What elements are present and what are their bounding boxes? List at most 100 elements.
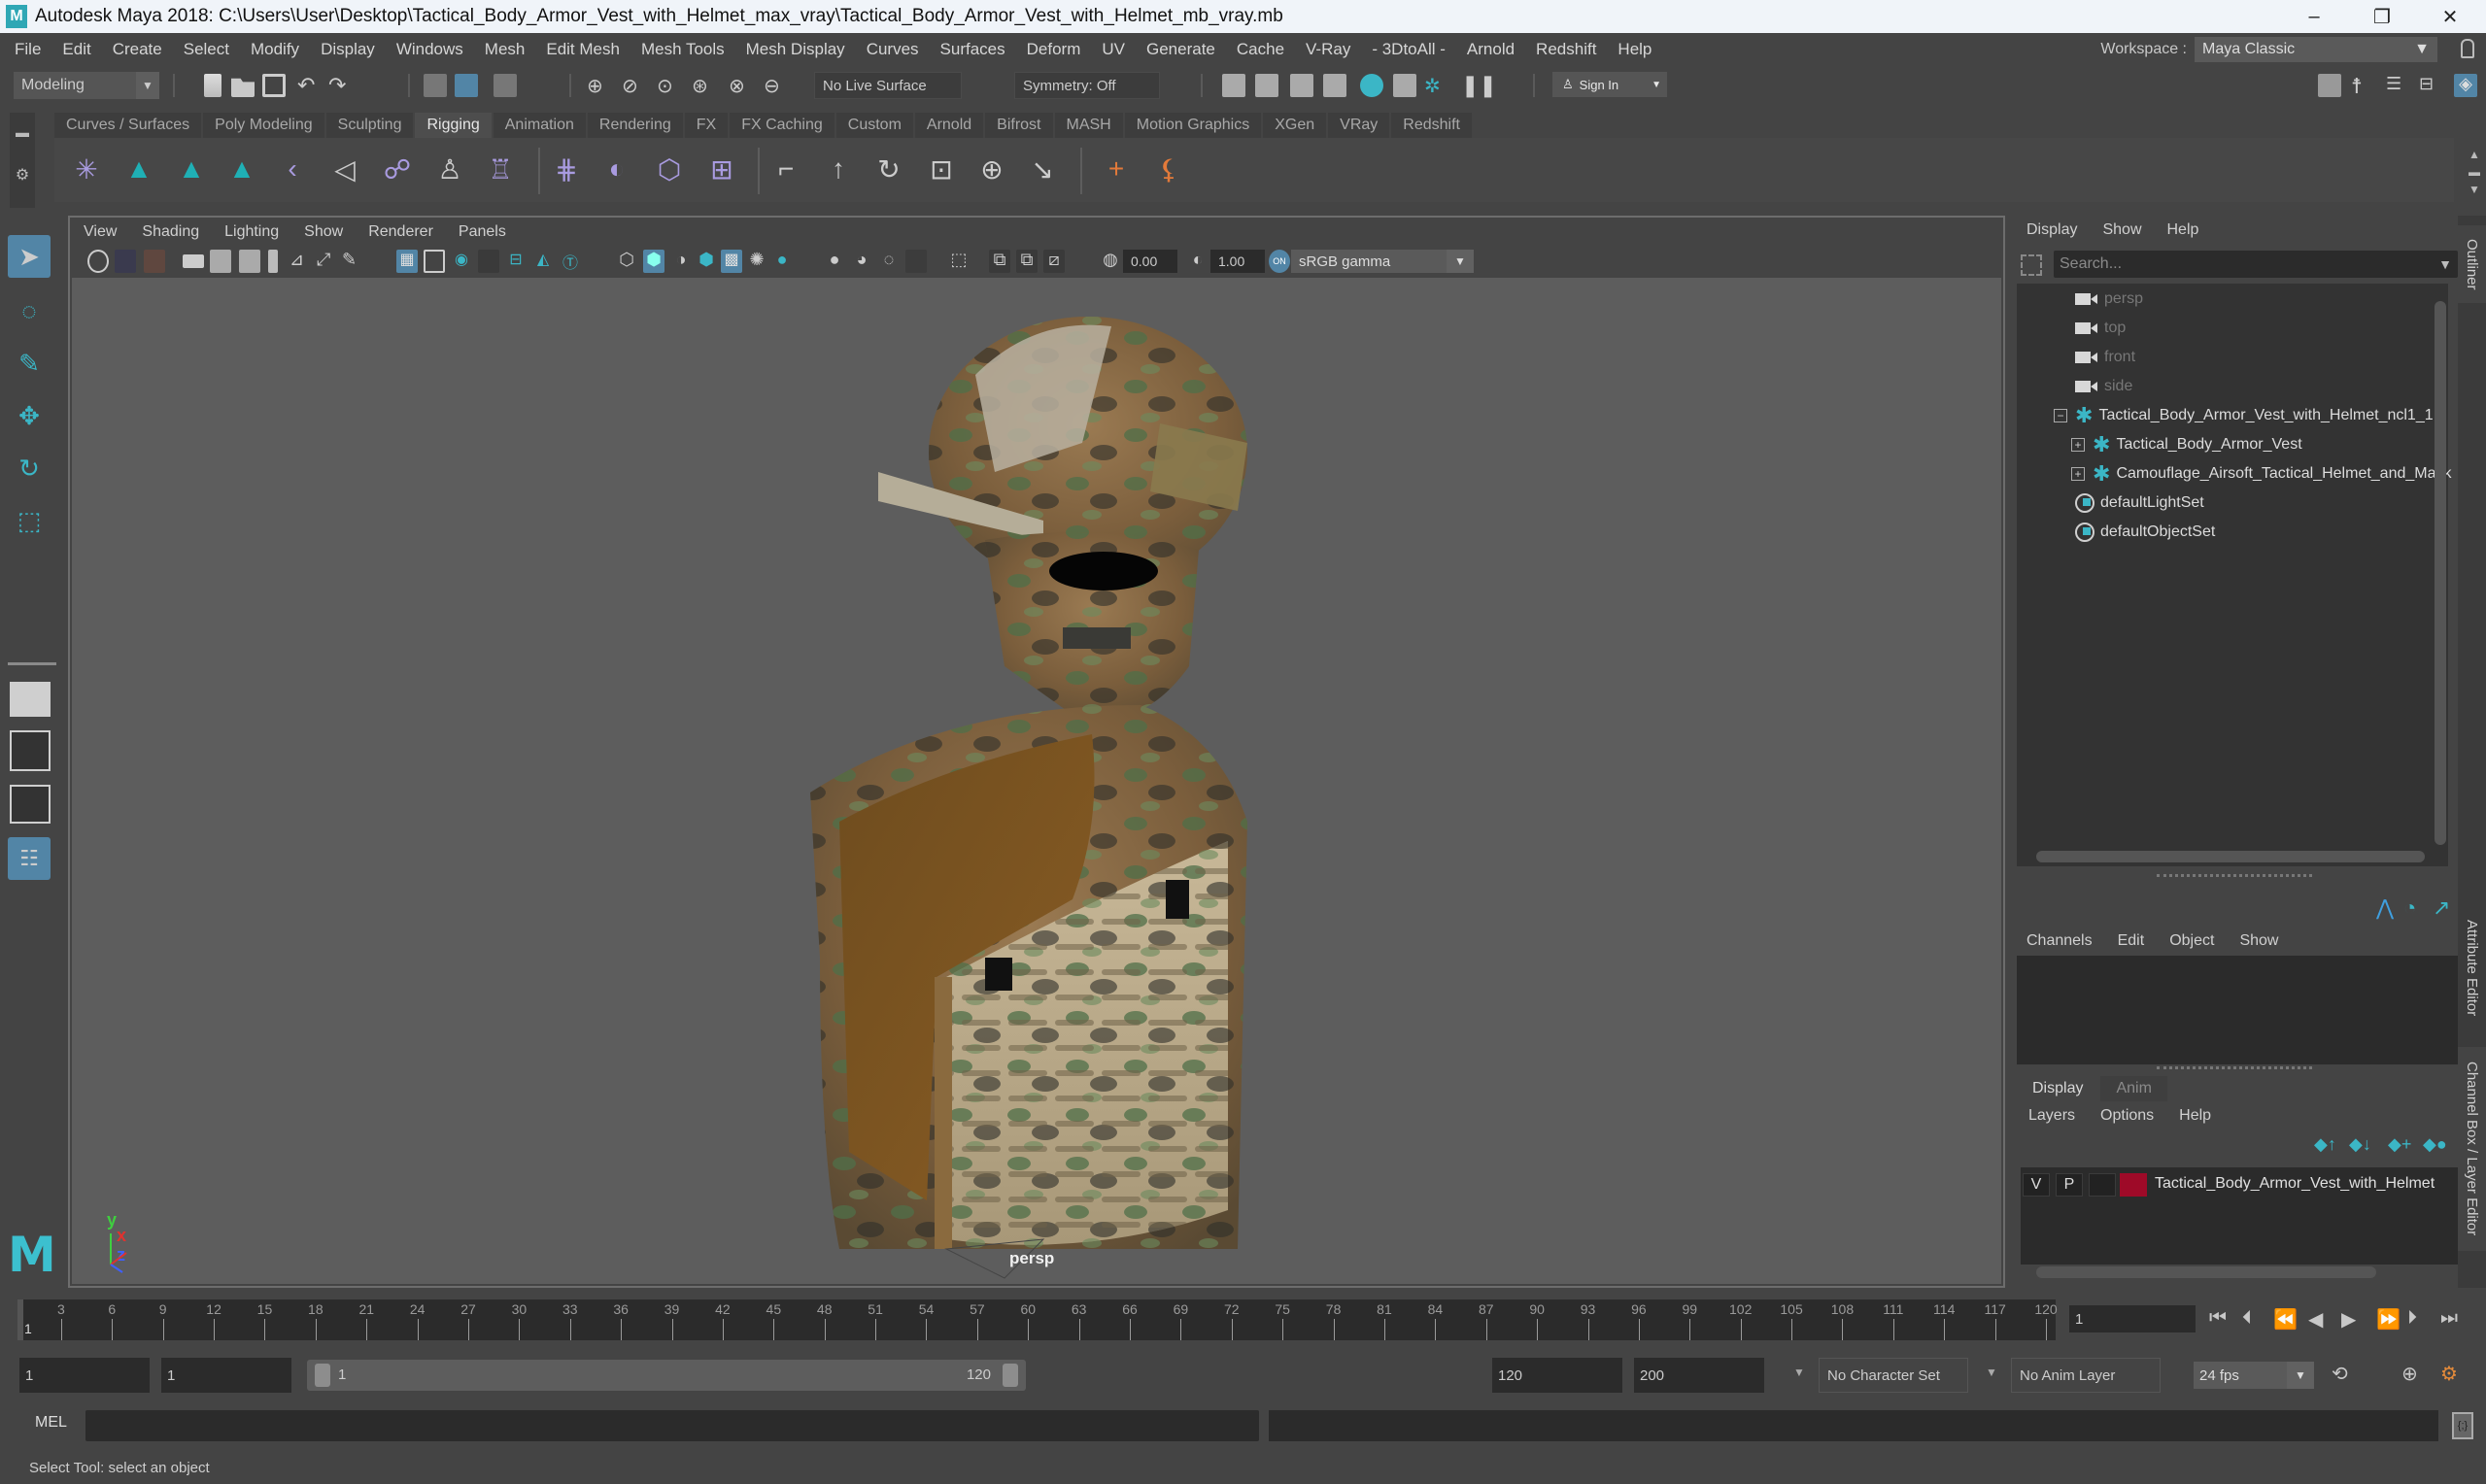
color-management-toggle-icon[interactable]: ON [1269, 250, 1290, 273]
outliner-item-side[interactable]: side [2075, 373, 2132, 400]
shelf-menu-icon[interactable]: ▬ [10, 124, 35, 140]
panel-menu-view[interactable]: View [84, 223, 117, 241]
step-back-frame-icon[interactable]: ⏴ [2242, 1307, 2252, 1330]
menu-deform[interactable]: Deform [1016, 40, 1092, 59]
ipr-render-icon[interactable] [1290, 74, 1313, 97]
new-scene-icon[interactable] [204, 74, 221, 97]
outliner-item-default-object-set[interactable]: defaultObjectSet [2075, 519, 2215, 546]
live-surface-field[interactable]: No Live Surface [814, 72, 962, 99]
use-all-lights-icon[interactable]: ▩ [721, 250, 742, 273]
move-layer-up-icon[interactable]: ◆↑ [2314, 1134, 2336, 1155]
outliner-item-helmet[interactable]: + ✱ Camouflage_Airsoft_Tactical_Helmet_a… [2071, 460, 2452, 488]
create-joints-icon[interactable]: ✳ [70, 152, 103, 186]
shelf-tab-rigging[interactable]: Rigging [415, 113, 492, 138]
modeling-toolkit-icon[interactable] [2318, 74, 2341, 97]
save-scene-icon[interactable] [262, 74, 286, 97]
render-setup-icon[interactable]: ✲ [1424, 74, 1447, 97]
menu-display[interactable]: Display [310, 40, 386, 59]
shelf-tab-redshift[interactable]: Redshift [1391, 113, 1472, 138]
perspective-viewport[interactable]: y x z persp [72, 278, 2001, 1284]
playback-start-field[interactable]: 1 [161, 1358, 291, 1393]
shelf-tab-fx[interactable]: FX [684, 113, 729, 138]
view-transform-dropdown[interactable]: sRGB gamma ▼ [1291, 250, 1474, 273]
outliner-vertical-scrollbar[interactable] [2435, 301, 2446, 845]
menu-help[interactable]: Help [1607, 40, 1662, 59]
snap-to-curve-icon[interactable]: ⊘ [622, 74, 645, 97]
bookmark-icon[interactable] [144, 250, 165, 273]
outliner-item-group[interactable]: − ✱ Tactical_Body_Armor_Vest_with_Helmet… [2054, 402, 2434, 429]
shelf-handle[interactable]: ▬ ⚙ [10, 113, 35, 208]
outliner-search-input[interactable]: Search... ▼ [2054, 251, 2458, 278]
menu-edit-mesh[interactable]: Edit Mesh [535, 40, 630, 59]
outliner-layout-button[interactable]: ☷ [8, 837, 51, 880]
panel-splitter[interactable] [2157, 1066, 2312, 1070]
menu-3dtoall[interactable]: - 3DtoAll - [1361, 40, 1456, 59]
layer-tab-anim[interactable]: Anim [2100, 1076, 2167, 1101]
orient-constraint-icon[interactable]: ↻ [872, 152, 905, 186]
outliner-horizontal-scrollbar[interactable] [2036, 851, 2425, 862]
hypershade-icon[interactable] [1360, 74, 1383, 97]
snap-to-view-plane-icon[interactable]: ⊛ [692, 74, 715, 97]
scale-manipulator-icon[interactable]: ↗ [2433, 895, 2450, 921]
tool-settings-toggle-icon[interactable]: ⊟ [2419, 74, 2442, 97]
move-manipulator-icon[interactable]: ⋀ [2376, 895, 2394, 921]
animation-preferences-icon[interactable]: ⚙ [2440, 1362, 2458, 1386]
panel-menu-show[interactable]: Show [304, 223, 343, 241]
make-live-icon[interactable]: ⊗ [729, 74, 752, 97]
render-settings-icon[interactable] [1323, 74, 1346, 97]
layers-menu-options[interactable]: Options [2100, 1107, 2154, 1125]
layer-horizontal-scrollbar[interactable] [2036, 1266, 2376, 1278]
scale-tool-icon[interactable]: ⬚ [8, 499, 51, 542]
menu-cache[interactable]: Cache [1226, 40, 1295, 59]
menu-set-dropdown[interactable]: Modeling ▼ [14, 72, 159, 99]
outliner-item-front[interactable]: front [2075, 344, 2135, 371]
current-frame-field[interactable]: 1 [2069, 1305, 2196, 1332]
aim-constraint-icon[interactable]: ⊕ [975, 152, 1008, 186]
parent-constraint-icon[interactable]: ⌐ [769, 152, 802, 186]
lattice-icon[interactable]: ⬡ [653, 152, 686, 186]
go-to-start-icon[interactable]: ⏮ [2209, 1307, 2227, 1330]
panel-splitter[interactable] [2157, 874, 2312, 878]
pole-vector-constraint-icon[interactable]: ↘ [1026, 152, 1059, 186]
menu-mesh[interactable]: Mesh [474, 40, 536, 59]
menu-mesh-display[interactable]: Mesh Display [735, 40, 856, 59]
paint-skin-weights-icon[interactable]: ♖ [484, 152, 517, 186]
playback-end-field[interactable]: 120 [1492, 1358, 1622, 1393]
snap-to-point-icon[interactable]: ⊙ [657, 74, 680, 97]
channel-box-toggle-icon[interactable]: ◈ [2454, 74, 2477, 97]
shelf-tab-motion-graphics[interactable]: Motion Graphics [1124, 113, 1262, 138]
lock-icon[interactable] [2461, 39, 2474, 58]
wireframe-on-shaded-icon[interactable]: ◑ [670, 250, 692, 273]
close-button[interactable]: ✕ [2421, 0, 2479, 33]
step-forward-frame-icon[interactable]: ⏵ [2407, 1307, 2417, 1330]
rotate-tool-icon[interactable]: ↻ [8, 447, 51, 489]
exposure-icon[interactable]: ◍ [1100, 250, 1121, 273]
gamma-icon[interactable]: ◐ [1187, 250, 1209, 273]
menu-modify[interactable]: Modify [240, 40, 310, 59]
point-constraint-icon[interactable]: ↑ [822, 152, 855, 186]
gate-mask-icon[interactable] [478, 250, 499, 273]
select-camera-icon[interactable] [183, 254, 204, 268]
render-current-frame-icon[interactable] [1222, 74, 1245, 97]
time-ruler[interactable]: 1 3 6 9 12 15 18 21 24 27 30 33 36 39 42 45 48 51 54 57 60 6… [17, 1299, 2058, 1340]
panel-menu-panels[interactable]: Panels [459, 223, 506, 241]
outliner-item-top[interactable]: top [2075, 315, 2126, 342]
rotate-manipulator-icon[interactable]: ◔ [2403, 895, 2416, 921]
select-tool-icon[interactable]: ➤ [8, 235, 51, 278]
move-layer-down-icon[interactable]: ◆↓ [2349, 1134, 2371, 1155]
quick-rig-icon[interactable]: ▲ [122, 152, 155, 186]
scale-constraint-icon[interactable]: ⊡ [925, 152, 958, 186]
command-input[interactable] [85, 1410, 1259, 1441]
snap-to-surface-icon[interactable]: ⊖ [764, 74, 787, 97]
textured-icon[interactable]: ⬢ [696, 250, 717, 273]
shelf-settings-icon[interactable]: ⚙ [10, 165, 35, 185]
wireframe-icon[interactable]: ⬡ [616, 250, 637, 273]
film-gate-icon[interactable] [424, 250, 445, 273]
menu-arnold[interactable]: Arnold [1456, 40, 1525, 59]
layer-playback-toggle[interactable]: P [2056, 1173, 2083, 1197]
loop-icon[interactable]: ⟲ [2332, 1362, 2348, 1386]
paint-select-tool-icon[interactable]: ✎ [8, 342, 51, 385]
animation-start-field[interactable]: 1 [19, 1358, 150, 1393]
layer-row[interactable]: V P Tactical_Body_Armor_Vest_with_Helmet [2021, 1167, 2458, 1202]
shelf-tab-arnold[interactable]: Arnold [914, 113, 984, 138]
